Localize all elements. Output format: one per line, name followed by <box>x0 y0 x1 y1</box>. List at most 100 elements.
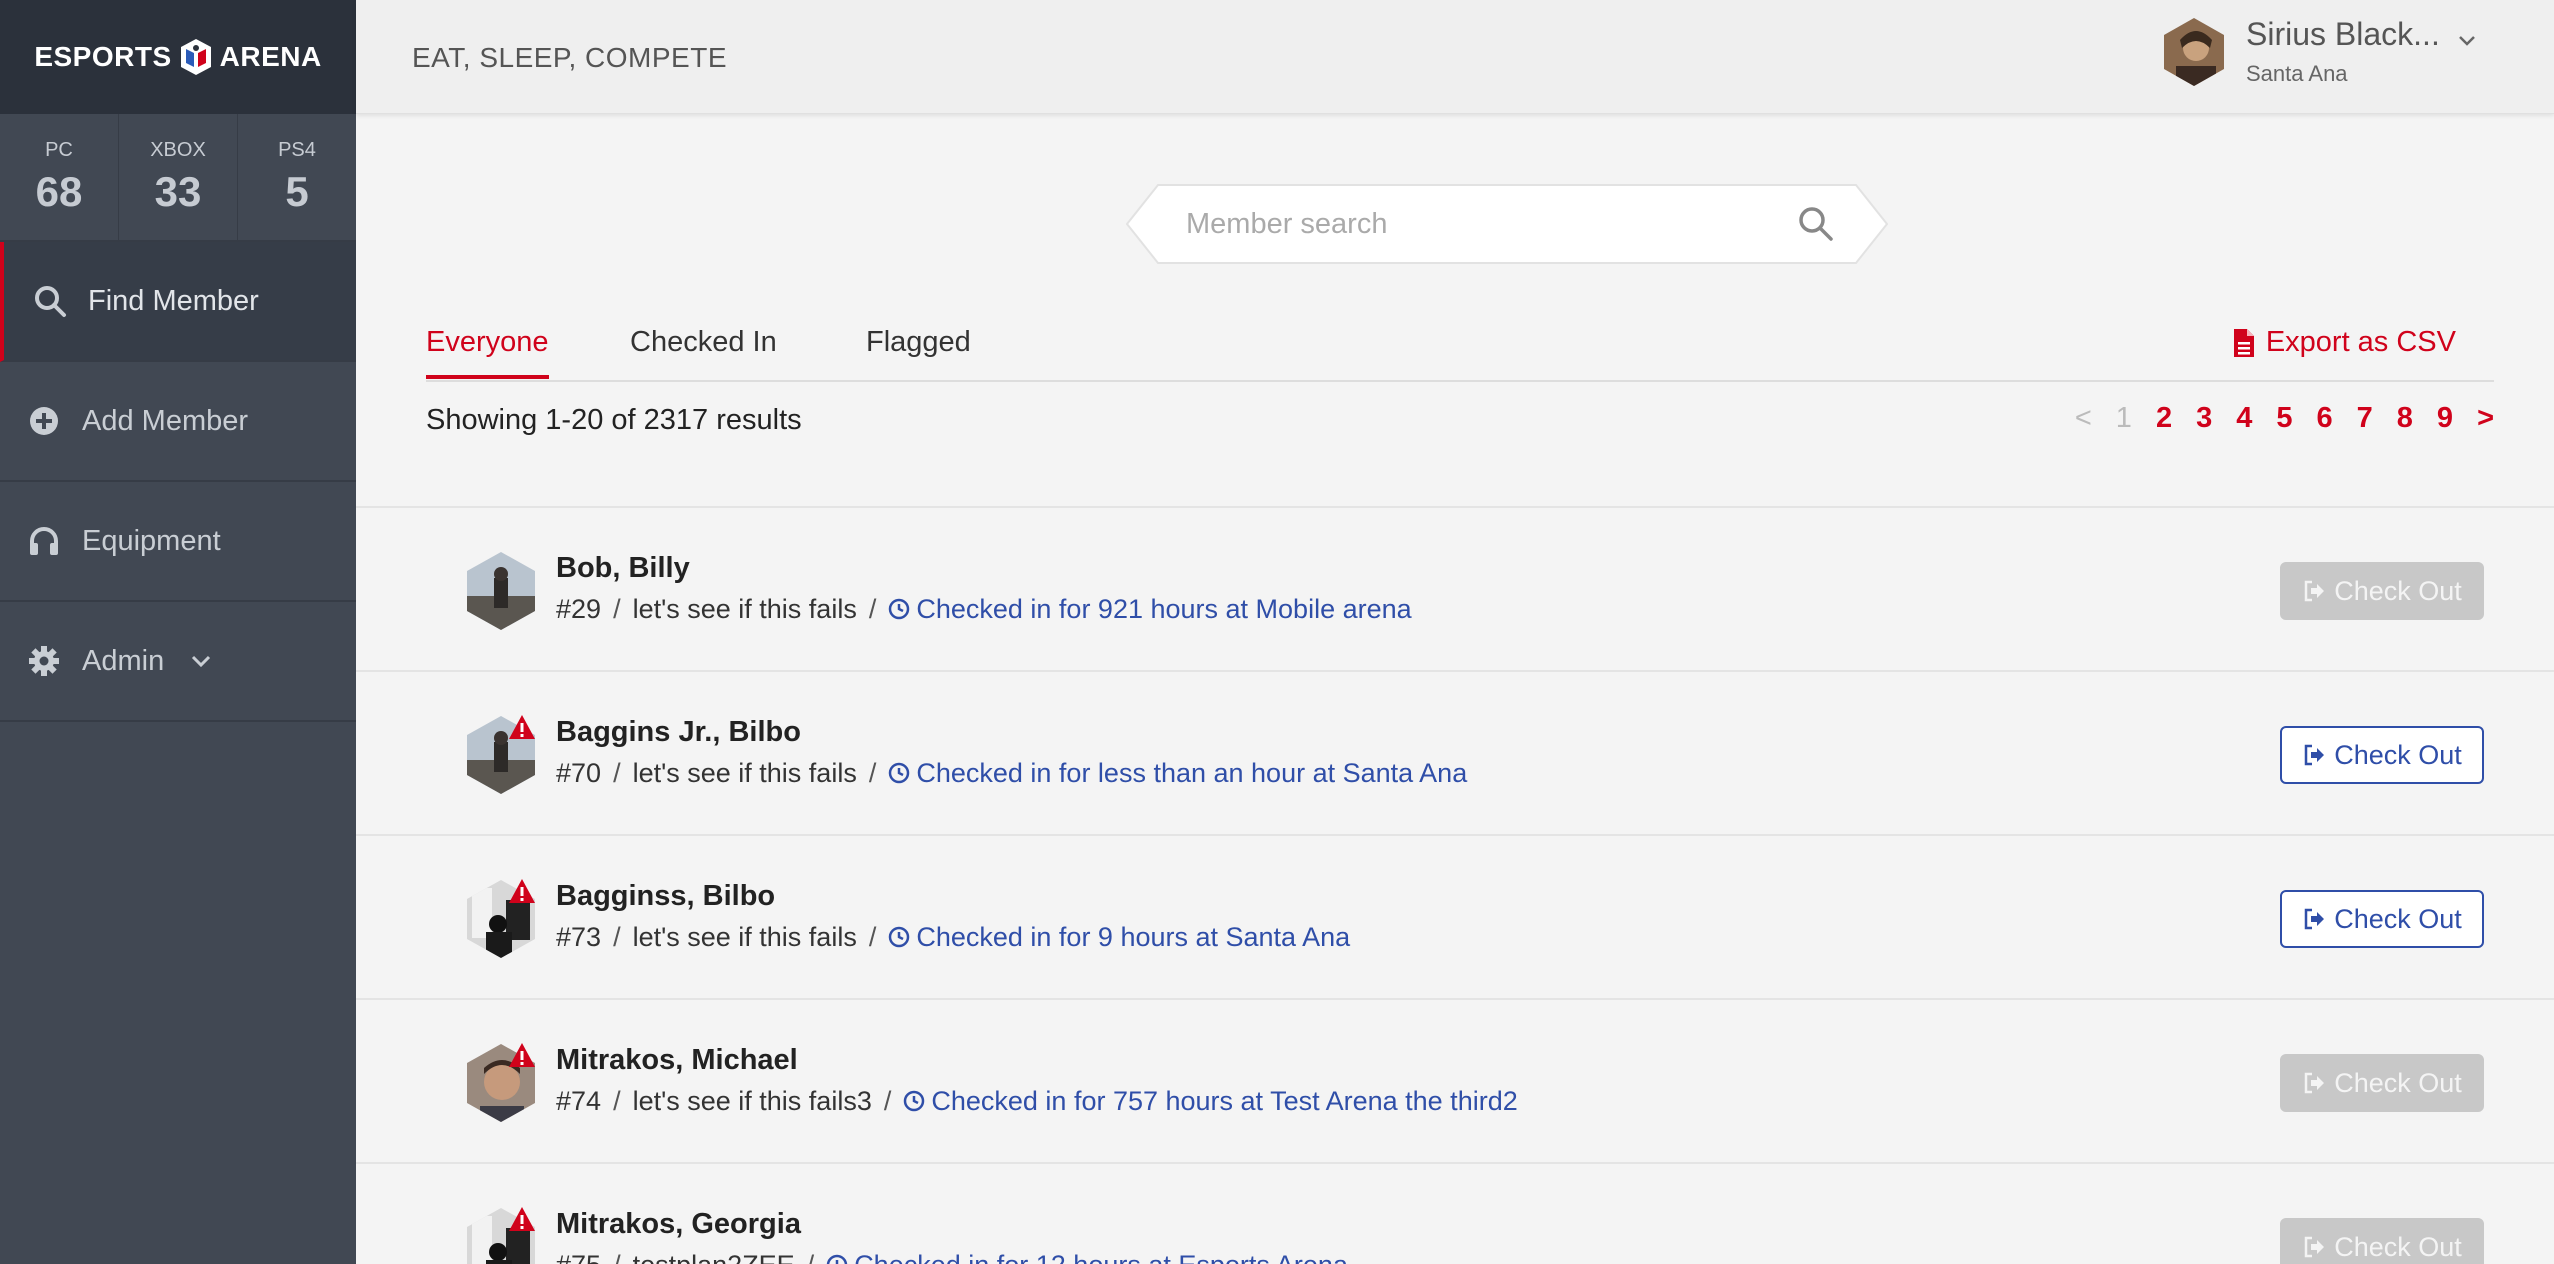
button-label: Check Out <box>2334 575 2462 606</box>
clock-icon <box>889 926 910 948</box>
pager-next[interactable]: > <box>2477 402 2494 435</box>
user-name: Sirius Black... <box>2246 16 2440 52</box>
pager-page[interactable]: 5 <box>2276 402 2292 435</box>
platform-name: XBOX <box>150 138 206 161</box>
check-out-button[interactable]: Check Out <box>2280 1218 2484 1264</box>
member-note: let's see if this fails <box>632 594 857 624</box>
separator: / <box>883 1086 892 1116</box>
nav-label: Add Member <box>82 404 249 437</box>
pager-page[interactable]: 9 <box>2437 402 2453 435</box>
file-icon <box>2233 328 2254 357</box>
user-avatar[interactable] <box>2162 17 2226 86</box>
tab-everyone[interactable]: Everyone <box>426 326 549 379</box>
pager-page[interactable]: 8 <box>2397 402 2413 435</box>
check-out-button[interactable]: Check Out <box>2280 726 2484 784</box>
member-meta: #70 / let's see if this fails / Checked in f… <box>556 758 1467 789</box>
member-name[interactable]: Mitrakos, Michael <box>556 1044 798 1077</box>
nav-admin[interactable]: Admin <box>0 602 356 722</box>
pager-page[interactable]: 7 <box>2357 402 2373 435</box>
member-meta: #29 / let's see if this fails / Checked in f… <box>556 594 1412 625</box>
separator: / <box>807 1250 815 1264</box>
gear-icon <box>26 643 62 679</box>
member-id: #75 <box>556 1250 601 1264</box>
separator: / <box>613 1086 621 1116</box>
member-note: let's see if this fails <box>632 758 857 788</box>
brand-logo[interactable]: ESPORTS ARENA <box>0 0 356 114</box>
warning-flag-icon <box>509 1043 535 1067</box>
separator: / <box>613 922 621 952</box>
member-meta: #73 / let's see if this fails / Checked in f… <box>556 922 1350 953</box>
brand-left: ESPORTS <box>34 41 172 72</box>
platform-xbox[interactable]: XBOX 33 <box>119 114 238 240</box>
member-id: #29 <box>556 594 602 624</box>
checkin-status: Checked in for 757 hours at Test Arena t… <box>931 1086 1518 1116</box>
platform-count: 5 <box>285 167 309 215</box>
button-label: Check Out <box>2334 739 2462 770</box>
pager-page[interactable]: 6 <box>2317 402 2333 435</box>
checkin-status: Checked in for less than an hour at Sant… <box>916 758 1468 788</box>
export-csv-button[interactable]: Export as CSV <box>2232 326 2456 359</box>
brand-right: ARENA <box>219 41 322 72</box>
sign-out-icon <box>2304 1072 2325 1094</box>
member-name[interactable]: Mitrakos, Georgia <box>556 1208 801 1241</box>
warning-flag-icon <box>509 715 535 739</box>
export-label: Export as CSV <box>2265 326 2456 358</box>
separator: / <box>613 1250 621 1264</box>
member-avatar[interactable] <box>466 552 536 630</box>
tagline: EAT, SLEEP, COMPETE <box>412 42 728 73</box>
member-meta: #74 / let's see if this fails3 / Checked in … <box>556 1086 1518 1117</box>
check-out-button[interactable]: Check Out <box>2280 562 2484 620</box>
member-row[interactable]: Mitrakos, Georgia #75 / testplan2ZEE / Check… <box>356 1162 2554 1264</box>
separator: / <box>868 922 877 952</box>
member-row[interactable]: Bob, Billy #29 / let's see if this fails / C… <box>356 506 2554 670</box>
separator: / <box>613 758 621 788</box>
member-name[interactable]: Bob, Billy <box>556 552 690 585</box>
separator: / <box>868 758 877 788</box>
checkin-status: Checked in for 12 hours at Esports Arena <box>854 1250 1348 1264</box>
member-name[interactable]: Bagginss, Bilbo <box>556 880 775 913</box>
sign-out-icon <box>2304 744 2325 766</box>
pager-prev[interactable]: < <box>2075 402 2092 435</box>
member-id: #73 <box>556 922 602 952</box>
sign-out-icon <box>2304 580 2325 602</box>
member-note: let's see if this fails <box>632 922 857 952</box>
sign-out-icon <box>2304 1236 2325 1258</box>
search-input[interactable] <box>1186 198 1746 250</box>
nav-label: Admin <box>82 644 165 677</box>
platform-counts: PC 68 XBOX 33 PS4 5 <box>0 114 356 242</box>
pagination: < 1 2 3 4 5 6 7 8 9 > <box>2051 402 2494 435</box>
clock-icon <box>889 598 910 620</box>
search-icon[interactable] <box>1796 204 1836 244</box>
search-icon <box>32 283 68 319</box>
filter-tabs: Everyone Checked In Flagged Export as CS… <box>426 310 2494 382</box>
pager-page[interactable]: 1 <box>2116 402 2132 435</box>
user-menu[interactable]: Sirius Black... Santa Ana <box>2162 16 2478 87</box>
checkin-status: Checked in for 921 hours at Mobile arena <box>916 594 1412 624</box>
tab-flagged[interactable]: Flagged <box>866 326 971 375</box>
sidebar: ESPORTS ARENA PC 68 XBOX 33 PS4 5 Find M… <box>0 0 356 1264</box>
button-label: Check Out <box>2334 1067 2462 1098</box>
member-row[interactable]: Baggins Jr., Bilbo #70 / let's see if this… <box>356 670 2554 834</box>
chevron-down-icon[interactable] <box>2456 30 2478 52</box>
button-label: Check Out <box>2334 903 2462 934</box>
pager-page[interactable]: 3 <box>2196 402 2212 435</box>
member-name[interactable]: Baggins Jr., Bilbo <box>556 716 801 749</box>
check-out-button[interactable]: Check Out <box>2280 890 2484 948</box>
nav-equipment[interactable]: Equipment <box>0 482 356 602</box>
member-row[interactable]: Mitrakos, Michael #74 / let's see if this … <box>356 998 2554 1162</box>
separator: / <box>868 594 877 624</box>
nav-add-member[interactable]: Add Member <box>0 362 356 482</box>
pager-page[interactable]: 2 <box>2156 402 2172 435</box>
platform-ps4[interactable]: PS4 5 <box>238 114 356 240</box>
member-note: testplan2ZEE <box>633 1250 795 1264</box>
pager-page[interactable]: 4 <box>2236 402 2252 435</box>
tab-checked-in[interactable]: Checked In <box>630 326 777 375</box>
checkin-status: Checked in for 9 hours at Santa Ana <box>916 922 1351 952</box>
clock-icon <box>826 1254 848 1264</box>
top-bar: EAT, SLEEP, COMPETE Sirius Black... Sant… <box>356 0 2554 114</box>
nav-find-member[interactable]: Find Member <box>0 242 356 362</box>
member-row[interactable]: Bagginss, Bilbo #73 / let's see if this fa… <box>356 834 2554 998</box>
check-out-button[interactable]: Check Out <box>2280 1054 2484 1112</box>
platform-pc[interactable]: PC 68 <box>0 114 119 240</box>
platform-count: 33 <box>154 167 202 215</box>
